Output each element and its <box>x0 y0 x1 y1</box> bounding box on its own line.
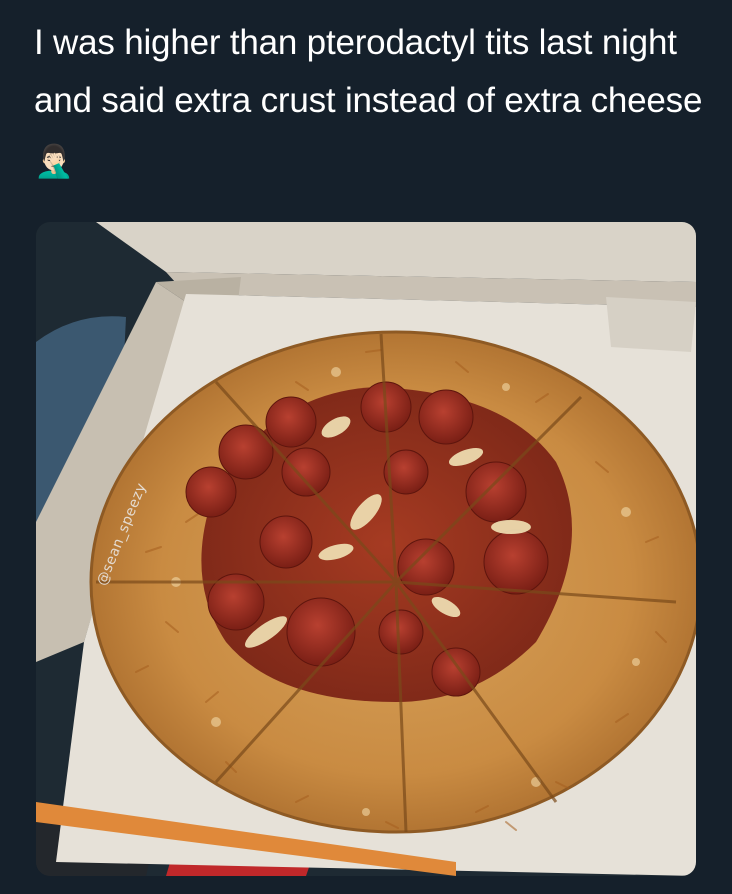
caption-text: I was higher than pterodactyl tits last … <box>34 23 703 120</box>
man-facepalming-icon: 🤦🏻‍♂️ <box>34 143 74 179</box>
pizza-box-illustration <box>36 222 696 876</box>
pizza-photo: @sean_speezy <box>36 222 696 876</box>
post-caption: I was higher than pterodactyl tits last … <box>34 14 704 190</box>
